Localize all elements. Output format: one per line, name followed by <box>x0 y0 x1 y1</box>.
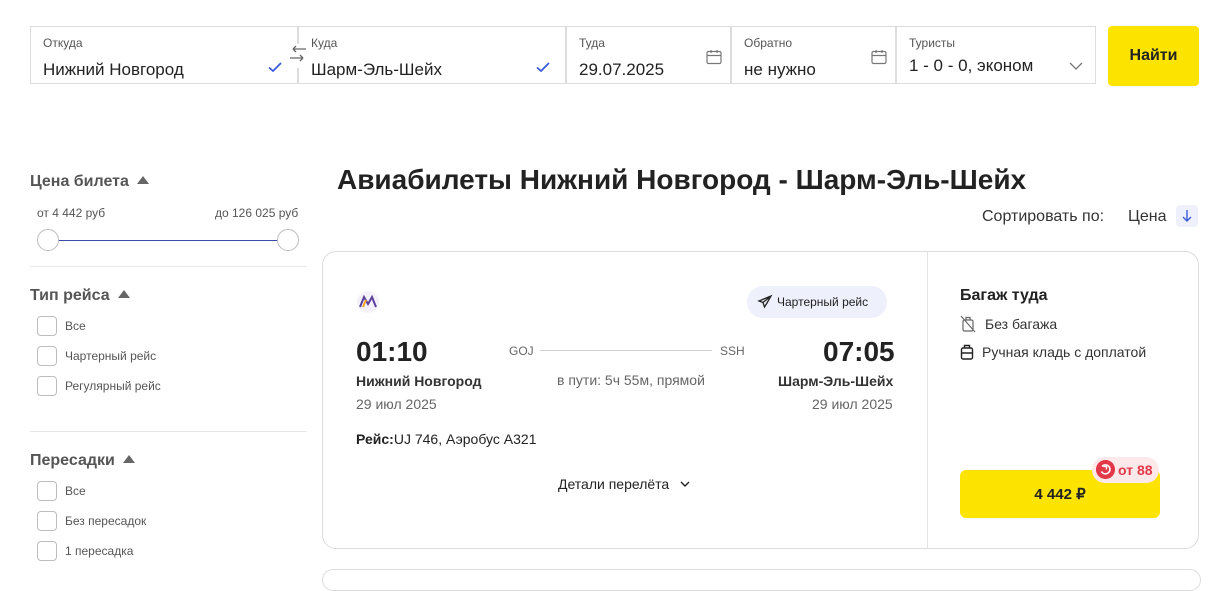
chevron-down-icon <box>680 481 690 487</box>
price-slider-min-handle[interactable] <box>37 229 59 251</box>
price-filter-title[interactable]: Цена билета <box>30 173 149 191</box>
checkbox[interactable] <box>37 511 57 531</box>
no-baggage-icon <box>960 315 976 333</box>
tourists-field[interactable]: Туристы 1 - 0 - 0, эконом <box>896 26 1096 84</box>
page-title: Авиабилеты Нижний Новгород - Шарм-Эль-Ше… <box>337 164 1027 195</box>
calendar-icon <box>706 50 722 65</box>
check-icon <box>268 62 282 73</box>
departure-iata: GOJ <box>509 344 534 358</box>
checkbox[interactable] <box>37 346 57 366</box>
arrival-date: 29 июл 2025 <box>812 396 893 412</box>
from-field[interactable]: Откуда Нижний Новгород <box>30 26 298 84</box>
tourists-label: Туристы <box>909 36 956 50</box>
flight-type-label: Тип рейса <box>30 287 110 304</box>
departure-time: 01:10 <box>356 336 428 367</box>
details-label: Детали перелёта <box>558 476 670 492</box>
card-divider <box>927 252 928 548</box>
sort-arrow-icon[interactable] <box>1176 205 1198 227</box>
checkbox-label: Чартерный рейс <box>65 349 157 363</box>
flight-duration: в пути: 5ч 55м, прямой <box>557 372 705 388</box>
cashback-badge: от 88 <box>1092 457 1159 483</box>
to-field[interactable]: Куда Шарм-Эль-Шейх <box>298 26 566 84</box>
divider <box>30 431 307 432</box>
charter-badge: Чартерный рейс <box>747 286 887 318</box>
collapse-arrow-icon <box>136 176 149 184</box>
to-label: Куда <box>311 36 338 50</box>
swap-icon[interactable] <box>287 44 309 68</box>
checkbox[interactable] <box>37 481 57 501</box>
baggage-none-row: Без багажа <box>960 315 1080 333</box>
price-min: от 4 442 руб <box>37 206 106 220</box>
check-icon <box>536 62 550 73</box>
depart-date-field[interactable]: Туда 29.07.2025 <box>566 26 731 84</box>
from-value: Нижний Новгород <box>43 60 184 79</box>
divider <box>30 266 307 267</box>
checkbox-label: Все <box>65 484 86 498</box>
baggage-none-text: Без багажа <box>985 316 1058 332</box>
return-date-field[interactable]: Обратно не нужно <box>731 26 896 84</box>
arrival-city: Шарм-Эль-Шейх <box>778 373 894 389</box>
flight-number: Рейс:UJ 746, Аэробус А321 <box>356 431 536 447</box>
checkbox[interactable] <box>37 316 57 336</box>
return-value: не нужно <box>744 60 816 79</box>
price-slider-max-handle[interactable] <box>277 229 299 251</box>
collapse-arrow-icon <box>117 290 130 298</box>
chevron-down-icon <box>1069 62 1083 70</box>
charter-badge-text: Чартерный рейс <box>777 295 869 309</box>
checkbox-label: Все <box>65 319 86 333</box>
from-label: Откуда <box>43 36 83 50</box>
route-line <box>540 350 712 351</box>
hand-luggage-row: Ручная кладь с доплатой <box>960 343 1160 361</box>
price-max: до 126 025 руб <box>215 206 299 220</box>
tourists-value: 1 - 0 - 0, эконом <box>909 56 1034 75</box>
price-slider-track <box>48 240 288 241</box>
sort-value[interactable]: Цена <box>1128 208 1166 226</box>
flight-label: Рейс: <box>356 431 394 447</box>
checkbox[interactable] <box>37 376 57 396</box>
arrival-iata: SSH <box>720 344 745 358</box>
hand-luggage-text: Ручная кладь с доплатой <box>982 344 1147 360</box>
return-label: Обратно <box>744 36 793 50</box>
flight-value: UJ 746, Аэробус А321 <box>393 431 537 447</box>
arrival-time: 07:05 <box>823 336 895 367</box>
flight-details-link[interactable]: Детали перелёта <box>558 476 691 492</box>
sort-label: Сортировать по: <box>982 208 1105 225</box>
collapse-arrow-icon <box>122 455 135 463</box>
checkbox-label: Без пересадок <box>65 514 147 528</box>
calendar-icon <box>871 50 887 65</box>
find-button[interactable]: Найти <box>1108 26 1199 86</box>
flight-type-filter-title[interactable]: Тип рейса <box>30 287 130 305</box>
depart-label: Туда <box>579 36 605 50</box>
cashback-icon <box>1096 460 1115 479</box>
departure-date: 29 июл 2025 <box>356 396 437 412</box>
airline-logo <box>357 291 379 313</box>
baggage-title: Багаж туда <box>960 287 1048 304</box>
depart-value: 29.07.2025 <box>579 60 665 79</box>
price-filter-label: Цена билета <box>30 173 129 190</box>
checkbox[interactable] <box>37 541 57 561</box>
checkbox-label: 1 пересадка <box>65 544 134 558</box>
plane-icon <box>757 294 773 309</box>
cashback-text: от 88 <box>1118 462 1153 478</box>
departure-city: Нижний Новгород <box>356 373 482 389</box>
to-value: Шарм-Эль-Шейх <box>311 60 442 79</box>
transfers-label: Пересадки <box>30 452 115 469</box>
transfers-filter-title[interactable]: Пересадки <box>30 452 135 470</box>
ticket-card <box>322 569 1201 591</box>
checkbox-label: Регулярный рейс <box>65 379 161 393</box>
hand-luggage-icon <box>960 344 974 360</box>
